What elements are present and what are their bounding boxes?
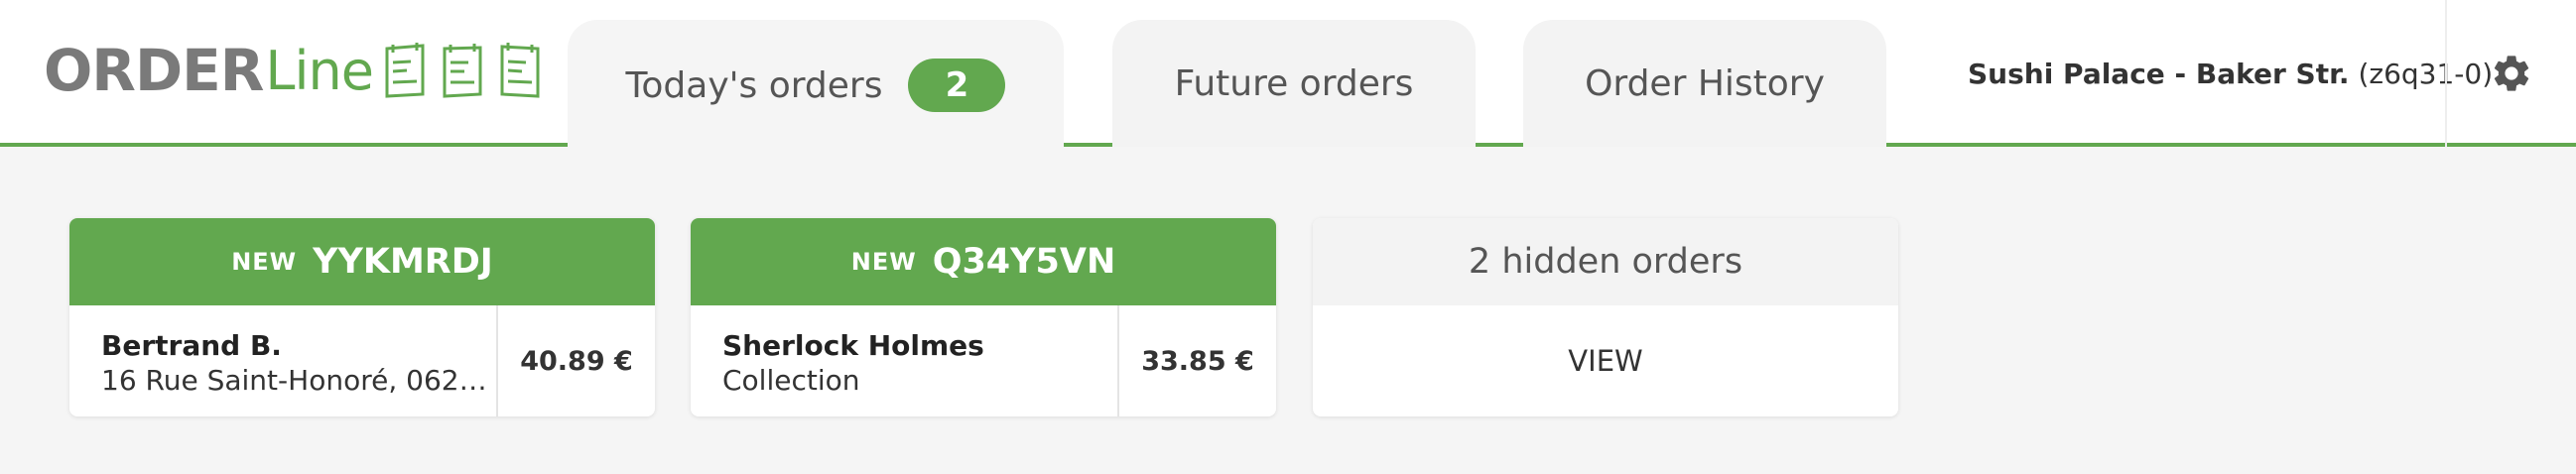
- hidden-orders-header: 2 hidden orders: [1313, 218, 1898, 305]
- hidden-orders-label: 2 hidden orders: [1468, 242, 1743, 282]
- view-hidden-orders-button[interactable]: VIEW: [1313, 305, 1898, 416]
- top-header: ORDER Line Today's orders 2 Future order…: [0, 0, 2576, 151]
- delivery-address: 16 Rue Saint-Honoré, 06200 Nice: [101, 364, 496, 397]
- order-code: Q34Y5VN: [932, 242, 1116, 282]
- order-card[interactable]: NEW Q34Y5VN Sherlock Holmes Collection 3…: [691, 218, 1276, 416]
- customer-name: Sherlock Holmes: [722, 329, 984, 362]
- orderline-logo[interactable]: ORDER Line: [44, 36, 542, 105]
- order-card-header: NEW YYKMRDJ: [69, 218, 655, 305]
- receipts-icon: [383, 43, 542, 98]
- settings-button[interactable]: [2445, 0, 2576, 147]
- order-card[interactable]: NEW YYKMRDJ Bertrand B. 16 Rue Saint-Hon…: [69, 218, 655, 416]
- store-name: Sushi Palace - Baker Str.: [1968, 58, 2350, 90]
- tab-label: Future orders: [1174, 62, 1414, 104]
- order-card-body: Sherlock Holmes Collection 33.85 €: [691, 305, 1276, 416]
- gear-icon: [2494, 56, 2529, 91]
- hidden-orders-card: 2 hidden orders VIEW: [1313, 218, 1898, 416]
- order-status-badge: NEW: [231, 248, 298, 276]
- tab-future-orders[interactable]: Future orders: [1112, 20, 1476, 147]
- tab-order-history[interactable]: Order History: [1523, 20, 1886, 147]
- logo-text-order: ORDER: [44, 37, 264, 104]
- order-card-header: NEW Q34Y5VN: [691, 218, 1276, 305]
- order-customer-info: Bertrand B. 16 Rue Saint-Honoré, 06200 N…: [69, 305, 498, 416]
- customer-name: Bertrand B.: [101, 329, 282, 362]
- order-total: 33.85 €: [1141, 345, 1254, 377]
- tab-label: Today's orders: [625, 64, 883, 106]
- order-status-badge: NEW: [850, 248, 917, 276]
- order-total: 40.89 €: [520, 345, 633, 377]
- tab-label: Order History: [1585, 62, 1825, 104]
- logo-text-line: Line: [265, 39, 374, 102]
- order-card-body: Bertrand B. 16 Rue Saint-Honoré, 06200 N…: [69, 305, 655, 416]
- store-selector[interactable]: Sushi Palace - Baker Str. (z6q31-0): [1968, 58, 2493, 90]
- order-count-badge: 2: [908, 59, 1006, 112]
- order-code: YYKMRDJ: [313, 242, 493, 282]
- order-customer-info: Sherlock Holmes Collection: [691, 305, 1119, 416]
- order-type: Collection: [722, 364, 860, 397]
- tab-todays-orders[interactable]: Today's orders 2: [568, 20, 1064, 151]
